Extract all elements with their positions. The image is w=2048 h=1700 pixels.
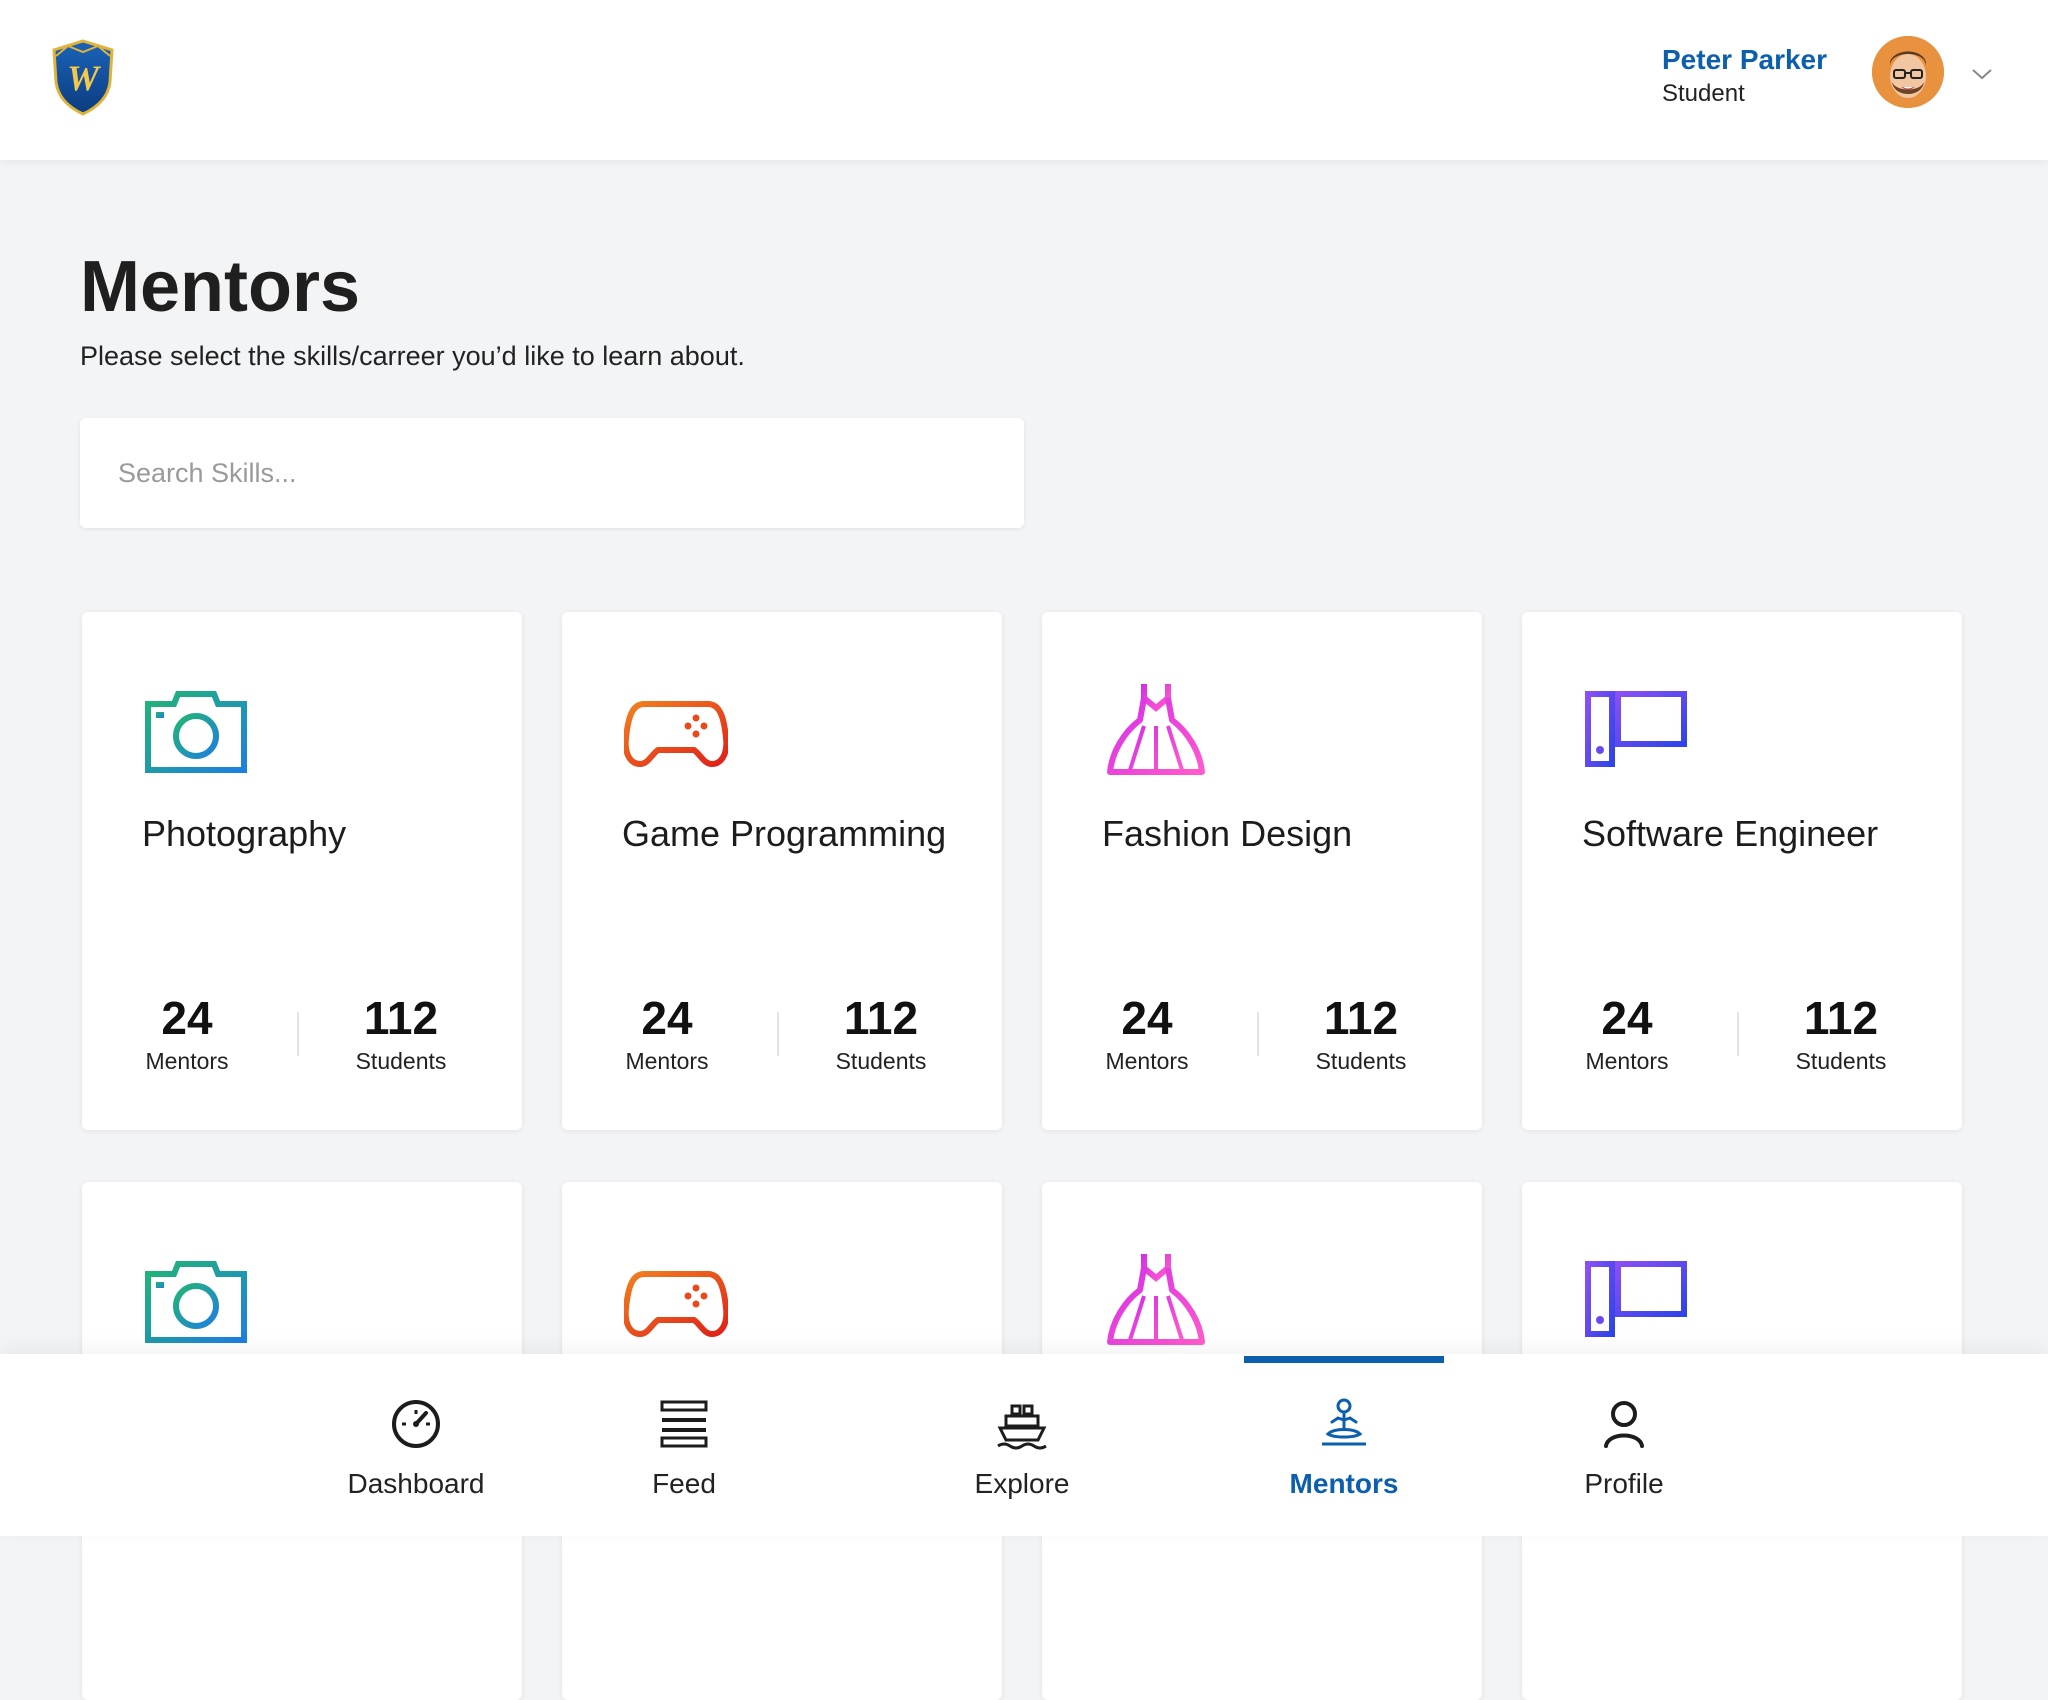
mentors-stat: 24 Mentors [1552, 990, 1702, 1076]
computer-icon [1585, 1261, 1687, 1337]
search-input[interactable] [80, 418, 1024, 528]
nav-label: Profile [1584, 1468, 1664, 1499]
nav-explore[interactable]: Explore [912, 1354, 1132, 1536]
card-title: Photography [142, 813, 347, 854]
students-stat: 112 Students [1766, 990, 1916, 1076]
students-count: 112 [363, 992, 439, 1044]
skill-card-software-engineer[interactable]: Software Engineer 24 Mentors 112 Student… [1522, 612, 1962, 1130]
camera-icon [145, 691, 247, 773]
ship-icon [997, 1404, 1047, 1450]
mentors-count: 24 [641, 992, 693, 1044]
school-crest-logo[interactable]: W [50, 38, 116, 116]
students-label: Students [835, 1048, 927, 1074]
students-count: 112 [1323, 992, 1399, 1044]
page-title: Mentors [80, 247, 361, 327]
mentors-stat: 24 Mentors [592, 990, 742, 1076]
page-subtitle: Please select the skills/carreer you’d l… [80, 341, 745, 371]
card-title: Game Programming [622, 813, 947, 854]
mentors-label: Mentors [145, 1048, 229, 1074]
nav-mentors[interactable]: Mentors [1234, 1354, 1454, 1536]
stat-divider [777, 1012, 779, 1056]
students-stat: 112 Students [326, 990, 476, 1076]
mentors-count: 24 [1121, 992, 1173, 1044]
user-role: Student [1662, 80, 1745, 107]
students-stat: 112 Students [806, 990, 956, 1076]
students-label: Students [355, 1048, 447, 1074]
students-count: 112 [1803, 992, 1879, 1044]
mentors-stat: 24 Mentors [1072, 990, 1222, 1076]
meditation-icon [1322, 1398, 1366, 1446]
students-label: Students [1795, 1048, 1887, 1074]
stat-divider [297, 1012, 299, 1056]
stat-divider [1737, 1012, 1739, 1056]
gamepad-icon [624, 701, 728, 768]
avatar[interactable] [1872, 36, 1944, 108]
nav-label: Dashboard [347, 1468, 485, 1499]
active-tab-indicator [1244, 1356, 1444, 1363]
stat-divider [1257, 1012, 1259, 1056]
svg-text:W: W [67, 58, 102, 98]
search-box [80, 418, 1024, 528]
speedometer-icon [392, 1400, 440, 1448]
nav-label: Feed [652, 1468, 716, 1499]
computer-icon [1585, 691, 1687, 767]
dress-icon [1107, 1254, 1205, 1345]
bottom-nav: Dashboard Feed Explore Mentors Profile [0, 1354, 2048, 1536]
students-label: Students [1315, 1048, 1407, 1074]
mentors-count: 24 [1601, 992, 1653, 1044]
mentors-label: Mentors [1105, 1048, 1189, 1074]
nav-feed[interactable]: Feed [574, 1354, 794, 1536]
user-name: Peter Parker [1662, 44, 1828, 75]
students-count: 112 [843, 992, 919, 1044]
camera-icon [145, 1261, 247, 1343]
card-title: Fashion Design [1102, 813, 1353, 854]
mentors-label: Mentors [1585, 1048, 1669, 1074]
mentors-count: 24 [161, 992, 213, 1044]
card-title: Software Engineer [1582, 813, 1879, 854]
user-info[interactable]: Peter Parker Student [1662, 42, 1827, 110]
nav-label: Mentors [1289, 1468, 1399, 1499]
mentors-label: Mentors [625, 1048, 709, 1074]
students-stat: 112 Students [1286, 990, 1436, 1076]
avatar-face-icon [1872, 36, 1944, 108]
app-header: W Peter Parker Student [0, 0, 2048, 160]
skill-card-fashion-design[interactable]: Fashion Design 24 Mentors 112 Students [1042, 612, 1482, 1130]
nav-profile[interactable]: Profile [1514, 1354, 1734, 1536]
chevron-down-icon[interactable] [1970, 66, 1994, 82]
feed-icon [660, 1400, 708, 1448]
mentors-stat: 24 Mentors [112, 990, 262, 1076]
skill-card-game-programming[interactable]: Game Programming 24 Mentors 112 Students [562, 612, 1002, 1130]
person-icon [1604, 1401, 1644, 1448]
skill-card-photography[interactable]: Photography 24 Mentors 112 Students [82, 612, 522, 1130]
nav-label: Explore [974, 1468, 1070, 1499]
nav-dashboard[interactable]: Dashboard [306, 1354, 526, 1536]
dress-icon [1107, 684, 1205, 775]
gamepad-icon [624, 1271, 728, 1338]
